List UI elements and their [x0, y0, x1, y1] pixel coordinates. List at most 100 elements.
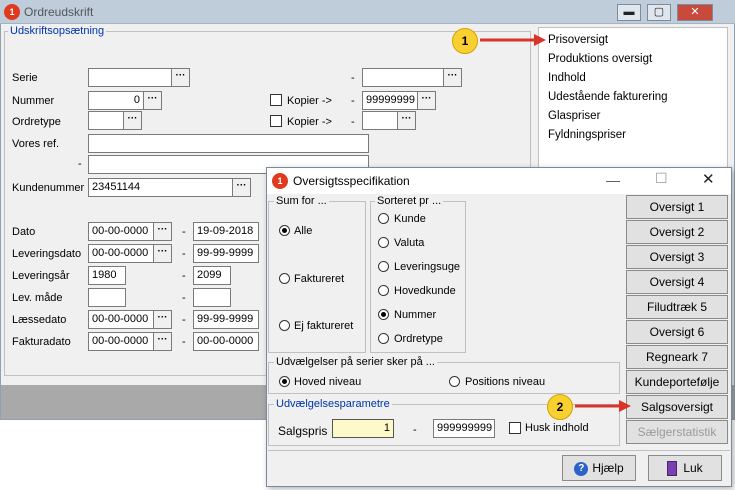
positions-niveau-radio[interactable] [449, 376, 460, 387]
salgsoversigt-button[interactable]: Salgsoversigt [626, 395, 728, 419]
lev-maade-from-input[interactable] [88, 288, 126, 307]
udskrift-group-label: Udskriftsopsætning [8, 25, 107, 37]
kopier-checkbox-2[interactable] [270, 115, 282, 127]
sum-ej-faktureret-label: Ej faktureret [294, 320, 354, 332]
oversigt-6-button[interactable]: Oversigt 6 [626, 320, 728, 344]
leveringsdato-to-input[interactable]: 99-99-9999 [193, 244, 259, 263]
sort-leveringsuge-radio[interactable] [378, 261, 389, 272]
dialog-minimize-button[interactable]: — [606, 172, 620, 188]
sort-valuta-radio[interactable] [378, 237, 389, 248]
salgspris-to-input[interactable]: 999999999 [433, 419, 495, 438]
fakturadato-to-input[interactable]: 00-00-0000 [193, 332, 259, 351]
sort-nummer-label: Nummer [394, 309, 437, 321]
callout-1-arrow [480, 34, 546, 46]
fakturadato-from-lookup-button[interactable]: ··· [153, 332, 172, 351]
ordretype-label: Ordretype [12, 116, 61, 128]
kundeportefoelje-button[interactable]: Kundeportefølje [626, 370, 728, 394]
sort-leveringsuge-label: Leveringsuge [394, 261, 461, 273]
menu-item-glaspriser[interactable]: Glaspriser [548, 110, 600, 122]
hoved-niveau-radio[interactable] [279, 376, 290, 387]
salgspris-from-input[interactable]: 1 [332, 419, 394, 438]
sum-faktureret-radio[interactable] [279, 273, 290, 284]
sum-for-label: Sum for ... [274, 195, 329, 207]
nummer-dash: - [351, 95, 355, 107]
leveringsaar-label: Leveringsår [12, 270, 70, 282]
leveringsaar-to-input[interactable]: 2099 [193, 266, 231, 285]
dato-to-input[interactable]: 19-09-2018 [193, 222, 259, 241]
nummer-from-input[interactable]: 0 [88, 91, 144, 110]
nummer-from-lookup-button[interactable]: ··· [143, 91, 162, 110]
nummer-label: Nummer [12, 95, 55, 107]
serie-to-input[interactable] [362, 68, 444, 87]
sorteret-label: Sorteret pr ... [375, 195, 444, 207]
leveringsdato-from-lookup-button[interactable]: ··· [153, 244, 172, 263]
menu-item-prisoversigt[interactable]: Prisoversigt [548, 34, 608, 46]
laessedato-from-input[interactable]: 00-00-0000 [88, 310, 154, 329]
nummer-to-input[interactable]: 99999999 [362, 91, 418, 110]
kundenummer-lookup-button[interactable]: ··· [232, 178, 251, 197]
kopier-label-2: Kopier -> [287, 116, 332, 128]
luk-label: Luk [683, 461, 703, 475]
dialog-bottom-separator [268, 450, 730, 451]
husk-indhold-checkbox[interactable] [509, 422, 521, 434]
menu-item-indhold[interactable]: Indhold [548, 72, 586, 84]
maximize-button[interactable]: ▢ [647, 4, 671, 21]
ordretype-dash: - [351, 116, 355, 128]
ordretype-to-input[interactable] [362, 111, 398, 130]
serie-label: Serie [12, 72, 38, 84]
laessedato-from-lookup-button[interactable]: ··· [153, 310, 172, 329]
sort-ordretype-radio[interactable] [378, 333, 389, 344]
ordretype-to-lookup-button[interactable]: ··· [397, 111, 416, 130]
udvaelgelser-label: Udvælgelser på serier sker på ... [274, 356, 437, 368]
sum-ej-faktureret-radio[interactable] [279, 320, 290, 331]
close-button[interactable]: ✕ [677, 4, 713, 21]
help-label: Hjælp [592, 461, 624, 475]
salgspris-dash: - [413, 424, 417, 436]
sort-valuta-label: Valuta [394, 237, 425, 249]
oversigt-2-button[interactable]: Oversigt 2 [626, 220, 728, 244]
filudtraek-5-button[interactable]: Filudtræk 5 [626, 295, 728, 319]
menu-item-produktions-oversigt[interactable]: Produktions oversigt [548, 53, 652, 65]
fakturadato-dash: - [182, 336, 186, 348]
sort-kunde-radio[interactable] [378, 213, 389, 224]
sort-nummer-radio[interactable] [378, 309, 389, 320]
fakturadato-from-input[interactable]: 00-00-0000 [88, 332, 154, 351]
sort-kunde-label: Kunde [394, 213, 426, 225]
luk-button[interactable]: Luk [648, 455, 722, 481]
dialog-maximize-button[interactable]: ☐ [655, 170, 668, 187]
kundenummer-label: Kundenummer [12, 182, 85, 194]
oversigt-4-button[interactable]: Oversigt 4 [626, 270, 728, 294]
menu-item-fyldningspriser[interactable]: Fyldningspriser [548, 129, 626, 141]
salgspris-label: Salgspris [278, 424, 328, 438]
leveringsdato-from-input[interactable]: 00-00-0000 [88, 244, 154, 263]
sort-hovedkunde-radio[interactable] [378, 285, 389, 296]
laessedato-to-input[interactable]: 99-99-9999 [193, 310, 259, 329]
dato-from-lookup-button[interactable]: ··· [153, 222, 172, 241]
laessedato-label: Læssedato [12, 314, 67, 326]
oversigt-3-button[interactable]: Oversigt 3 [626, 245, 728, 269]
dialog-logo-icon: 1 [272, 173, 288, 189]
oversigt-1-button[interactable]: Oversigt 1 [626, 195, 728, 219]
serie-to-lookup-button[interactable]: ··· [443, 68, 462, 87]
nummer-to-lookup-button[interactable]: ··· [417, 91, 436, 110]
help-button[interactable]: ? Hjælp [562, 455, 636, 481]
ordretype-from-lookup-button[interactable]: ··· [123, 111, 142, 130]
serie-from-input[interactable] [88, 68, 172, 87]
kundenummer-input[interactable]: 23451144 [88, 178, 233, 197]
saelgerstatistik-button[interactable]: Sælgerstatistik [626, 420, 728, 444]
sum-alle-radio[interactable] [279, 225, 290, 236]
dialog-close-button[interactable]: ✕ [702, 170, 715, 188]
serie-from-lookup-button[interactable]: ··· [171, 68, 190, 87]
app-logo-icon: 1 [4, 4, 20, 20]
dato-label: Dato [12, 226, 36, 238]
ordretype-from-input[interactable] [88, 111, 124, 130]
lev-maade-to-input[interactable] [193, 288, 231, 307]
dato-from-input[interactable]: 00-00-0000 [88, 222, 154, 241]
menu-item-udestaaende-fakturering[interactable]: Udestående fakturering [548, 91, 668, 103]
kopier-checkbox-1[interactable] [270, 94, 282, 106]
door-exit-icon [667, 461, 678, 477]
leveringsaar-from-input[interactable]: 1980 [88, 266, 126, 285]
regneark-7-button[interactable]: Regneark 7 [626, 345, 728, 369]
minimize-button[interactable]: ▬ [617, 4, 641, 21]
vores-ref-input-1[interactable] [88, 134, 369, 153]
